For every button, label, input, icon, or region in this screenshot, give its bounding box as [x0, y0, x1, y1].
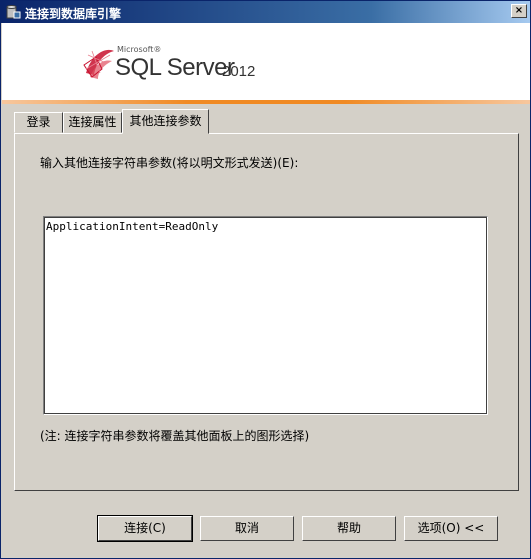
- product-banner: Microsoft® SQL Server 2012: [2, 23, 530, 100]
- close-button[interactable]: ×: [511, 4, 527, 18]
- connection-params-textarea[interactable]: ApplicationIntent=ReadOnly: [43, 216, 488, 415]
- cancel-button[interactable]: 取消: [200, 516, 294, 541]
- tab-login[interactable]: 登录: [14, 112, 63, 133]
- banner-divider: [2, 100, 530, 104]
- options-button[interactable]: 选项(O) <<: [404, 516, 498, 541]
- params-note: (注: 连接字符串参数将覆盖其他面板上的图形选择): [40, 429, 310, 443]
- connect-dialog: 连接到数据库引擎 × Microsoft® SQL Server 2012 登录…: [0, 0, 531, 559]
- tab-panel: 输入其他连接字符串参数(将以明文形式发送)(E): ApplicationInt…: [14, 133, 519, 491]
- params-prompt-hotkey: (E):: [277, 156, 299, 170]
- tab-additional-connection-parameters[interactable]: 其他连接参数: [122, 109, 209, 134]
- params-prompt-text: 输入其他连接字符串参数(将以明文形式发送): [40, 156, 278, 170]
- help-button[interactable]: 帮助: [302, 516, 396, 541]
- connect-button[interactable]: 连接(C): [97, 515, 193, 542]
- tab-connection-properties[interactable]: 连接属性: [63, 112, 122, 133]
- database-engine-icon: [6, 5, 21, 19]
- microsoft-wordmark: Microsoft®: [117, 45, 162, 54]
- window-title: 连接到数据库引擎: [25, 7, 122, 21]
- title-bar[interactable]: 连接到数据库引擎 ×: [1, 1, 530, 23]
- product-version: 2012: [222, 63, 256, 80]
- sql-server-logo-icon: [83, 49, 114, 79]
- params-prompt-label: 输入其他连接字符串参数(将以明文形式发送)(E):: [40, 154, 298, 171]
- product-name: SQL Server: [115, 54, 235, 81]
